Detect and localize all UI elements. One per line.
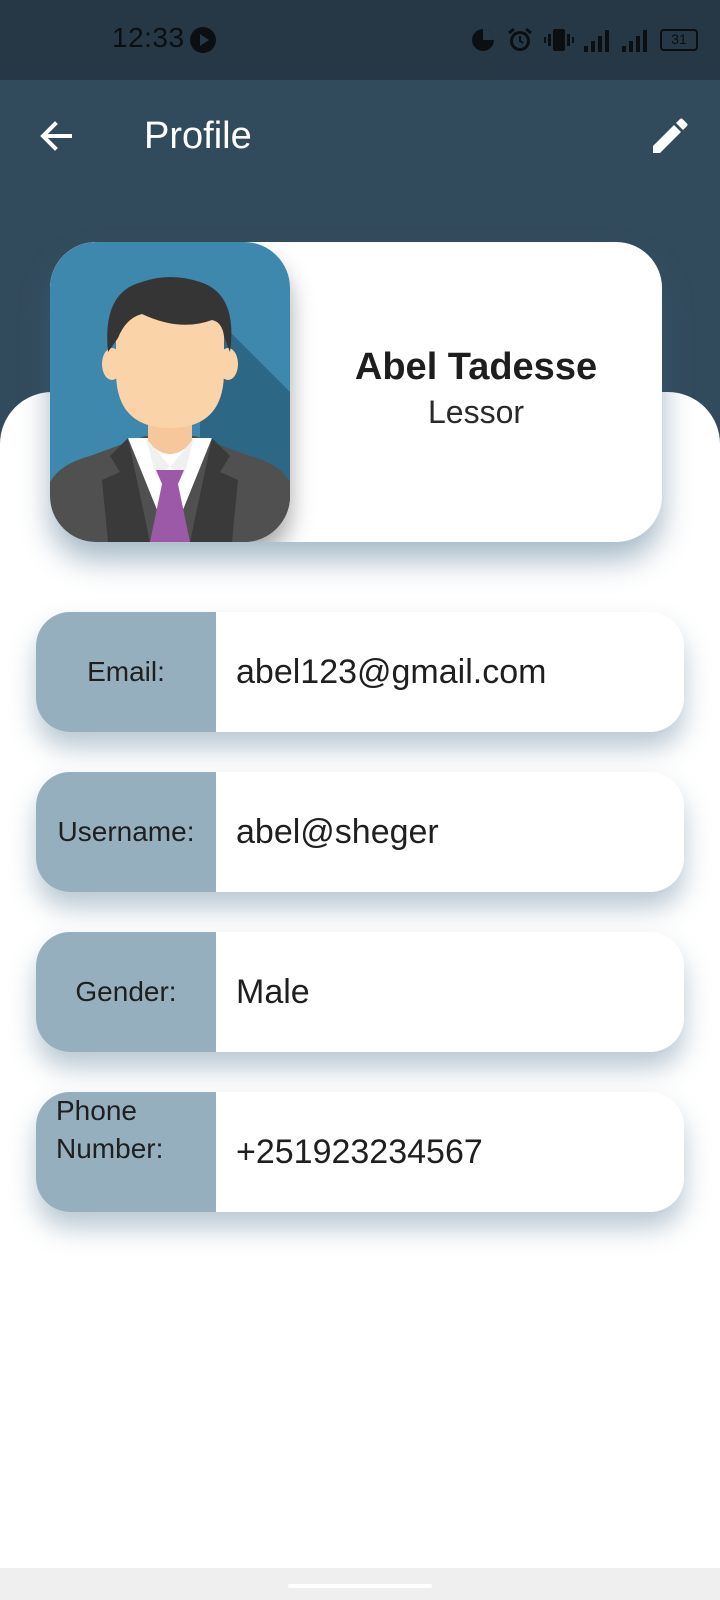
battery-level: 31 <box>671 31 687 47</box>
avatar <box>50 242 290 542</box>
status-time: 12:33 <box>112 22 185 53</box>
gender-row: Gender: Male <box>36 932 684 1052</box>
profile-name: Abel Tadesse <box>354 346 598 388</box>
data-usage-icon <box>472 29 494 51</box>
signal-icon <box>584 30 609 52</box>
username-label: Username: <box>36 772 216 892</box>
app-bar: Profile <box>0 80 720 190</box>
profile-role: Lessor <box>427 394 525 430</box>
edit-button[interactable] <box>642 108 698 164</box>
navigation-bar <box>0 1568 720 1600</box>
battery-icon: 31 <box>660 29 698 51</box>
email-value: abel123@gmail.com <box>236 652 547 691</box>
back-button[interactable] <box>30 110 82 162</box>
signal-icon <box>622 30 647 52</box>
gender-value: Male <box>236 972 310 1011</box>
phone-label: Phone Number: <box>36 1092 216 1212</box>
status-icons: 31 <box>470 24 698 56</box>
profile-card: Abel Tadesse Lessor <box>50 242 662 542</box>
vibrate-icon <box>544 29 574 51</box>
status-bar: 12:33 31 <box>0 0 720 80</box>
play-icon <box>190 27 216 53</box>
pencil-icon <box>653 118 688 153</box>
phone-value: +251923234567 <box>236 1132 483 1171</box>
arrow-left-icon <box>40 121 72 151</box>
home-gesture-handle[interactable] <box>288 1584 432 1588</box>
user-avatar-icon <box>50 242 290 542</box>
phone-label-line2: Number: <box>56 1133 164 1164</box>
username-row: Username: abel@sheger <box>36 772 684 892</box>
username-value: abel@sheger <box>236 812 439 851</box>
email-row: Email: abel123@gmail.com <box>36 612 684 732</box>
phone-row: Phone Number: +251923234567 <box>36 1092 684 1212</box>
alarm-icon <box>508 27 532 51</box>
page-title: Profile <box>144 115 252 157</box>
email-label: Email: <box>36 612 216 732</box>
gender-label: Gender: <box>36 932 216 1052</box>
phone-label-line1: Phone <box>56 1095 137 1126</box>
